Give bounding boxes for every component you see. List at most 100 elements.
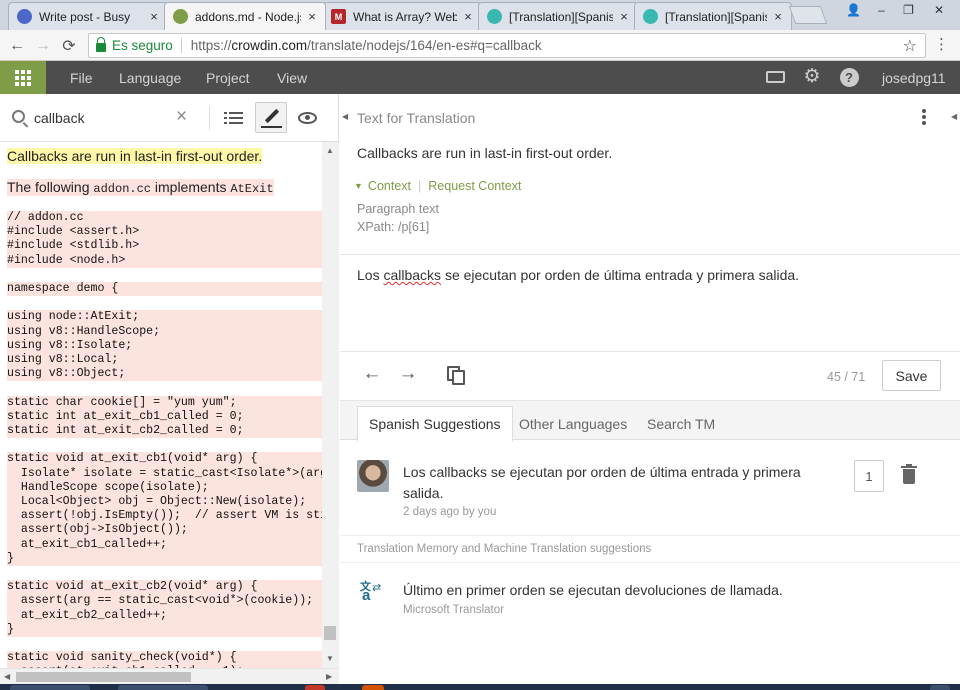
menu-language[interactable]: Language	[119, 70, 181, 86]
code-line: at_exit_cb2_called++;	[7, 608, 322, 623]
url-field[interactable]: Es seguro https:// crowdin.com /translat…	[88, 33, 926, 58]
request-context-link[interactable]: Request Context	[428, 179, 521, 193]
suggestion-text[interactable]: Los callbacks se ejecutan por orden de ú…	[403, 462, 823, 504]
browser-menu-icon[interactable]: ⋮	[934, 35, 949, 53]
close-tab-icon[interactable]: ×	[147, 9, 161, 24]
gear-icon: ⚙	[803, 66, 821, 87]
context-caret-icon[interactable]: ▼	[354, 181, 363, 191]
url-separator	[180, 38, 182, 53]
code-line: static char cookie[] = "yum yum";	[7, 395, 322, 410]
user-menu[interactable]: josedpg11	[882, 70, 946, 86]
menu-file[interactable]: File	[70, 70, 93, 86]
scroll-right-icon[interactable]: ▶	[326, 672, 332, 681]
scroll-up-icon[interactable]: ▲	[326, 146, 334, 155]
code-line: static int at_exit_cb1_called = 0;	[7, 409, 322, 424]
scroll-down-icon[interactable]: ▼	[326, 654, 334, 663]
browser-tab-write-post[interactable]: Write post - Busy ×	[8, 2, 168, 30]
menu-view[interactable]: View	[277, 70, 307, 86]
lock-icon	[96, 37, 106, 52]
new-tab-button[interactable]	[788, 6, 828, 24]
list-view-icon[interactable]	[224, 111, 243, 125]
toolbar-separator	[209, 106, 210, 130]
keyboard-shortcuts-button[interactable]	[764, 67, 786, 87]
apps-grid-icon[interactable]	[0, 61, 46, 94]
scroll-thumb[interactable]	[16, 672, 191, 682]
translation-text-part: Los	[357, 267, 384, 283]
code-line: #include <stdlib.h>	[7, 239, 322, 254]
save-button[interactable]: Save	[882, 360, 941, 391]
minimize-icon[interactable]: –	[868, 0, 895, 20]
menu-project[interactable]: Project	[206, 70, 250, 86]
vertical-scrollbar[interactable]: ▲ ▼	[322, 142, 339, 668]
translation-textarea[interactable]: Los callbacks se ejecutan por orden de ú…	[357, 267, 799, 283]
browser-tab-title: [Translation][Spanish	[509, 9, 613, 24]
browser-tab-translation-2[interactable]: [Translation][Spanish ×	[634, 2, 792, 30]
secure-label: Es seguro	[112, 38, 173, 53]
tab-other-languages[interactable]: Other Languages	[508, 406, 638, 442]
next-string-arrow-icon[interactable]: →	[398, 363, 418, 384]
browser-tab-addons[interactable]: addons.md - Node.js ×	[164, 2, 326, 30]
side-by-side-mode-button[interactable]	[255, 102, 287, 133]
machine-translation-icon: 文 ⇄ a	[360, 581, 382, 604]
mt-source: Microsoft Translator	[403, 604, 504, 616]
bookmark-star-icon[interactable]: ☆	[903, 36, 917, 56]
source-string-selected[interactable]: Callbacks are run in last-in first-out o…	[7, 148, 263, 164]
code-block[interactable]: // addon.cc #include <assert.h> #include <…	[7, 211, 322, 668]
code-line: static void at_exit_cb1(void* arg) {	[7, 452, 322, 467]
code-line: static int at_exit_cb2_called = 0;	[7, 424, 322, 439]
reload-icon[interactable]: ⟳	[57, 34, 81, 58]
browser-tab-strip: Write post - Busy × addons.md - Node.js …	[0, 0, 960, 30]
window-close-icon[interactable]: ✕	[922, 0, 956, 20]
more-options-icon[interactable]	[922, 109, 926, 127]
scroll-thumb[interactable]	[324, 626, 336, 640]
help-button[interactable]: ?	[838, 67, 860, 87]
back-icon[interactable]: ←	[5, 34, 29, 58]
browser-tab-what-is-array[interactable]: M What is Array? Web ×	[322, 2, 482, 30]
pencil-icon	[264, 108, 280, 124]
trash-icon[interactable]	[901, 464, 917, 484]
profile-icon[interactable]: 👤	[840, 0, 867, 20]
forward-icon[interactable]: →	[31, 34, 55, 58]
clear-search-icon[interactable]: ×	[176, 107, 187, 127]
pencil-underline	[261, 126, 282, 128]
previous-string-arrow-icon[interactable]: ←	[362, 363, 382, 384]
string-counter: 45 / 71	[827, 370, 866, 384]
close-tab-icon[interactable]: ×	[461, 9, 475, 24]
code-line: assert(!obj.IsEmpty()); // assert VM is …	[7, 509, 322, 524]
source-text: The following	[7, 179, 94, 195]
search-icon	[12, 110, 25, 123]
source-string[interactable]: The following addon.cc implements AtExit	[7, 179, 274, 196]
code-line: static void sanity_check(void*) {	[7, 651, 322, 666]
close-tab-icon[interactable]: ×	[771, 9, 785, 24]
avatar	[357, 460, 389, 492]
source-document: Callbacks are run in last-in first-out o…	[0, 142, 322, 668]
collapse-right-icon[interactable]: ◀	[951, 112, 957, 121]
scroll-left-icon[interactable]: ◀	[4, 672, 10, 681]
context-toggle[interactable]: Context	[368, 179, 411, 193]
horizontal-scrollbar[interactable]: ◀ ▶	[0, 668, 339, 684]
m-favicon-icon: M	[331, 9, 346, 24]
search-input[interactable]	[34, 107, 164, 129]
code-line: HandleScope scope(isolate);	[7, 480, 322, 495]
close-tab-icon[interactable]: ×	[617, 9, 631, 24]
url-host: crowdin.com	[231, 38, 308, 53]
vote-count-button[interactable]: 1	[854, 460, 884, 492]
browser-tab-translation-1[interactable]: [Translation][Spanish ×	[478, 2, 638, 30]
help-icon: ?	[839, 67, 859, 87]
tab-search-tm[interactable]: Search TM	[636, 406, 726, 442]
mt-suggestion-text[interactable]: Último en primer orden se ejecutan devol…	[403, 582, 783, 598]
tab-spanish-suggestions[interactable]: Spanish Suggestions	[357, 406, 513, 442]
restore-icon[interactable]: ❐	[895, 0, 922, 20]
misspelled-word: callbacks	[383, 267, 442, 283]
translation-editor: Text for Translation Callbacks are run i…	[340, 94, 960, 690]
preview-eye-icon[interactable]	[298, 112, 317, 124]
settings-button[interactable]: ⚙	[801, 67, 823, 87]
code-line: // addon.cc	[7, 211, 322, 226]
copy-source-icon[interactable]	[447, 366, 465, 385]
close-tab-icon[interactable]: ×	[305, 9, 319, 24]
collapse-left-icon[interactable]: ◀	[342, 112, 348, 121]
